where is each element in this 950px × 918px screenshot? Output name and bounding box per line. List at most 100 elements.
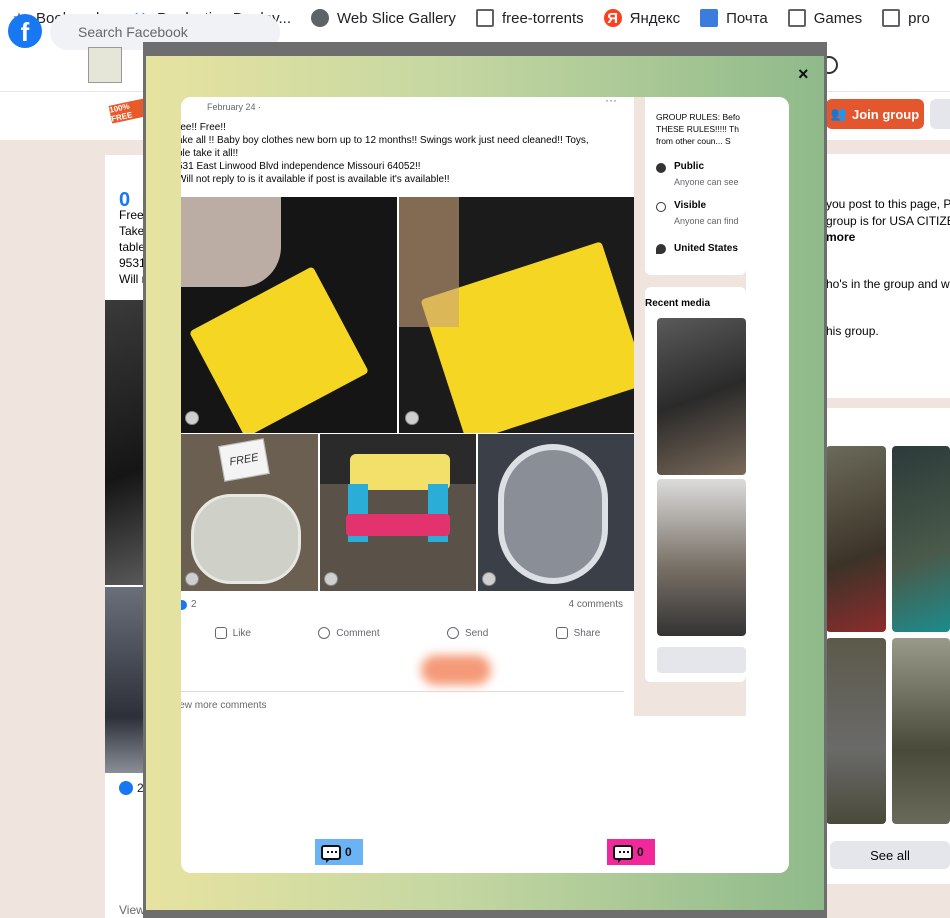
see-more-link[interactable]: more: [826, 230, 855, 244]
globe-icon: [656, 163, 666, 173]
post-text: ree!! Free!! ake all !! Baby boy clothes…: [181, 121, 617, 186]
bookmark-pro[interactable]: pro: [872, 0, 940, 36]
more-options-icon[interactable]: ···: [605, 97, 617, 107]
post-preview-card: February 24 · ··· ree!! Free!! ake all !…: [181, 97, 789, 873]
rules-line: THESE RULES!!!!! Th: [656, 124, 739, 134]
crayola-box-shape: [189, 266, 369, 433]
folder-icon: [475, 9, 494, 27]
bookmark-yandex[interactable]: Я Яндекс: [594, 0, 690, 36]
about-text: group is for USA CITIZEN: [826, 214, 950, 228]
bookmark-label: Почта: [726, 9, 768, 27]
motorola-logo-icon: [185, 572, 199, 586]
post-photo-kids-table[interactable]: [320, 434, 476, 591]
motorola-logo-icon: [482, 572, 496, 586]
comment-button[interactable]: Comment: [318, 627, 380, 639]
bookmark-web-slice-gallery[interactable]: Web Slice Gallery: [301, 0, 466, 36]
rules-line: from other coun... S: [656, 136, 731, 146]
share-button[interactable]: [930, 99, 950, 129]
post-photo-crayola-box-2[interactable]: [399, 197, 634, 433]
bookmark-free-torrents[interactable]: free-torrents: [466, 0, 594, 36]
globe-icon: [311, 9, 329, 27]
see-all-button[interactable]: See all: [830, 841, 950, 869]
share-post-button[interactable]: Share: [555, 627, 601, 639]
post-actions: Like Comment Send Share: [181, 619, 634, 647]
post-photo-baby-rocker[interactable]: [478, 434, 634, 591]
messenger-icon: [446, 627, 459, 639]
recent-media-title: Recent media: [645, 298, 711, 309]
comment-icon: [318, 627, 331, 639]
bookmark-label: pro: [908, 9, 930, 27]
reactions-row: 2 4 comments: [181, 599, 634, 615]
send-button[interactable]: Send: [446, 627, 489, 639]
background-about-card: you post to this page, P group is for US…: [826, 154, 950, 398]
badge-count: 0: [345, 845, 352, 859]
media-thumb[interactable]: [657, 318, 746, 475]
speech-bubble-icon: [321, 844, 341, 863]
bench-seat: [346, 514, 450, 536]
about-text: ho's in the group and w: [826, 277, 950, 291]
post-line: ake all !! Baby boy clothes new born up …: [181, 135, 589, 146]
view-more-comments-link[interactable]: iew more comments: [181, 700, 266, 711]
rocker-shape: [498, 444, 608, 584]
hand-shape: [399, 197, 459, 327]
comment-counter-badge[interactable]: 0: [607, 839, 655, 865]
post-line: ree!! Free!!: [181, 122, 226, 133]
close-icon[interactable]: ×: [798, 64, 809, 85]
post: February 24 · ··· ree!! Free!! ake all !…: [181, 97, 634, 716]
join-group-button[interactable]: 👥 Join group: [826, 99, 924, 129]
eye-icon: [656, 202, 666, 212]
yandex-icon: Я: [603, 9, 622, 27]
media-thumb[interactable]: [892, 446, 950, 632]
motorola-logo-icon: [324, 572, 338, 586]
about-text: his group.: [826, 324, 879, 338]
group-rules-text: GROUP RULES: Befo THESE RULES!!!!! Th fr…: [656, 111, 746, 147]
background-media-card: [826, 408, 950, 884]
bookmark-games[interactable]: Games: [778, 0, 872, 36]
location-title: United States: [674, 243, 738, 254]
media-thumb[interactable]: [826, 446, 886, 632]
post-photo-baby-swing[interactable]: FREE: [181, 434, 318, 591]
visibility-desc: Anyone can find: [674, 216, 739, 226]
action-label: Send: [464, 627, 489, 639]
action-label: Like: [232, 627, 251, 639]
reaction-count[interactable]: 2: [191, 599, 197, 610]
see-all-media-button[interactable]: [657, 647, 746, 673]
media-thumb[interactable]: [657, 479, 746, 636]
about-text: you post to this page, P: [826, 197, 950, 211]
motorola-logo-icon: [185, 411, 199, 425]
post-photo-crayola-box[interactable]: [181, 197, 397, 433]
free-sign: FREE: [218, 438, 270, 482]
post-line: Will not reply to is it available if pos…: [181, 174, 450, 185]
media-thumb[interactable]: [892, 638, 950, 824]
avatar: [88, 47, 122, 83]
folder-icon: [787, 9, 806, 27]
privacy-title: Public: [674, 161, 705, 172]
privacy-desc: Anyone can see: [674, 177, 739, 187]
media-thumb[interactable]: [826, 638, 886, 824]
bookmark-label: Games: [813, 9, 863, 27]
bookmark-label: Яндекс: [629, 9, 681, 27]
action-label: Share: [573, 627, 601, 639]
group-icon: 👥: [830, 106, 847, 121]
join-group-label: Join group: [852, 106, 920, 122]
share-arrow-icon: [555, 627, 568, 639]
thumbs-up-icon: [214, 627, 227, 639]
motorola-logo-icon: [405, 411, 419, 425]
comment-counter-badge[interactable]: 0: [315, 839, 363, 865]
speech-bubble-icon: [613, 844, 633, 863]
about-card: GROUP RULES: Befo THESE RULES!!!!! Th fr…: [645, 97, 746, 275]
comment-count[interactable]: 4 comments: [569, 599, 623, 610]
like-button[interactable]: Like: [214, 627, 251, 639]
bookmark-label: free-torrents: [501, 9, 584, 27]
action-label: Comment: [336, 627, 380, 639]
bookmark-mail[interactable]: Почта: [690, 0, 778, 36]
like-icon: [119, 781, 133, 795]
folder-icon: [882, 9, 901, 27]
facebook-logo-icon[interactable]: f: [8, 14, 42, 48]
divider: [181, 691, 624, 692]
hand-shape: [181, 197, 281, 287]
rules-line: GROUP RULES: Befo: [656, 112, 740, 122]
mail-icon: [700, 9, 719, 27]
post-date[interactable]: February 24 ·: [207, 102, 261, 112]
badge-count: 0: [637, 845, 644, 859]
